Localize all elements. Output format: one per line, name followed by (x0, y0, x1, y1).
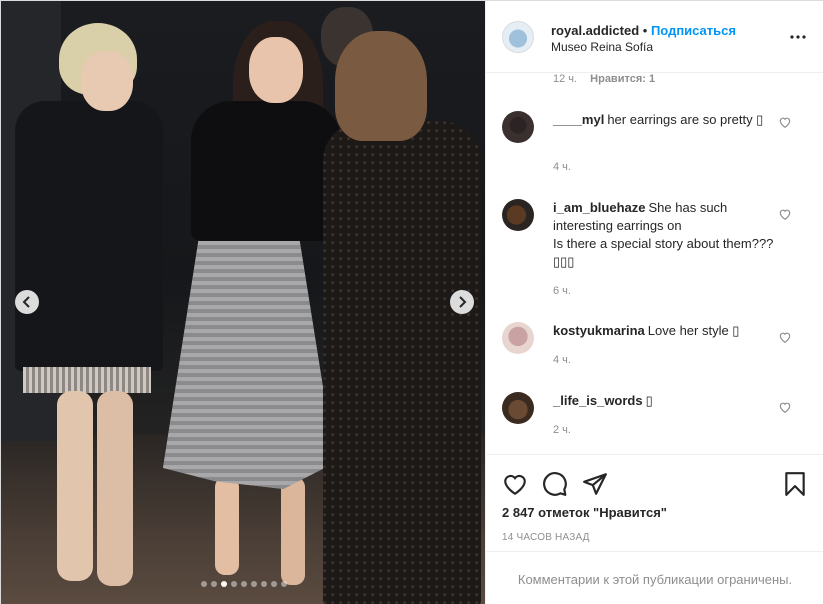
avatar[interactable] (502, 111, 534, 143)
separator: • (642, 23, 648, 38)
carousel-dot (211, 581, 217, 587)
comment-time[interactable]: 4 ч. (553, 161, 571, 173)
side-panel: royal.addicted • Подписаться Museo Reina… (485, 1, 823, 604)
woman-left-leg (57, 391, 93, 581)
woman-right-hair (335, 31, 427, 141)
woman-left-coat (15, 101, 163, 371)
comment-body: kostyukmarina Love her style ▯ (553, 322, 783, 340)
comment-time[interactable]: 4 ч. (553, 354, 571, 366)
carousel-dot (251, 581, 257, 587)
comment-username[interactable]: i_am_bluehaze (553, 200, 646, 215)
chevron-left-icon (22, 296, 30, 308)
more-options-button[interactable] (786, 27, 810, 47)
caption-time: 12 ч. (553, 73, 578, 85)
woman-center-face (249, 37, 303, 103)
carousel-dot (241, 581, 247, 587)
ellipsis-icon (790, 35, 806, 39)
speech-bubble-icon[interactable] (542, 471, 568, 497)
post-header: royal.addicted • Подписаться Museo Reina… (486, 1, 823, 73)
carousel-dot (221, 581, 227, 587)
carousel-dot (271, 581, 277, 587)
follow-button[interactable]: Подписаться (651, 23, 736, 38)
caption-likes-button[interactable]: Нравится: 1 (590, 73, 655, 85)
woman-center-skirt (163, 225, 335, 489)
comment-username[interactable]: ____myl (553, 112, 604, 127)
comment-item: _life_is_words ▯ 2 ч. (502, 392, 802, 446)
woman-center-leg (281, 477, 305, 585)
comment-time[interactable]: 2 ч. (553, 424, 571, 436)
carousel-dot (281, 581, 287, 587)
post-modal: royal.addicted • Подписаться Museo Reina… (0, 0, 823, 604)
comment-text: Love her style ▯ (647, 323, 740, 338)
avatar[interactable] (502, 199, 534, 231)
post-time[interactable]: 14 ЧАСОВ НАЗАД (502, 532, 590, 543)
comment-text-line2: Is there a special story about them???▯▯… (553, 236, 774, 269)
heart-icon[interactable] (778, 207, 792, 221)
carousel-dot (231, 581, 237, 587)
carousel-next-button[interactable] (450, 290, 474, 314)
heart-icon[interactable] (778, 330, 792, 344)
bookmark-icon[interactable] (782, 471, 808, 497)
woman-left-fringe (23, 367, 151, 393)
woman-right-dress (323, 121, 481, 604)
paper-plane-icon[interactable] (582, 471, 608, 497)
likes-count[interactable]: 2 847 отметок "Нравится" (502, 505, 667, 520)
post-username-line: royal.addicted • Подписаться (551, 23, 736, 38)
heart-icon[interactable] (778, 400, 792, 414)
carousel-dots (201, 581, 287, 587)
comment-body: i_am_bluehaze She has such interesting ea… (553, 199, 783, 271)
avatar[interactable] (502, 322, 534, 354)
carousel-prev-button[interactable] (15, 290, 39, 314)
carousel-dot (201, 581, 207, 587)
comment-username[interactable]: _life_is_words (553, 393, 643, 408)
heart-outline-icon[interactable] (502, 471, 528, 497)
post-actions: 2 847 отметок "Нравится" 14 ЧАСОВ НАЗАД … (486, 454, 823, 604)
comment-time[interactable]: 6 ч. (553, 285, 571, 297)
comment-item: kostyukmarina Love her style ▯ 4 ч. (502, 322, 802, 376)
comment-text: her earrings are so pretty ▯ (607, 112, 764, 127)
avatar[interactable] (502, 21, 534, 53)
woman-left-leg (97, 391, 133, 586)
comment-item: i_am_bluehaze She has such interesting ea… (502, 199, 802, 303)
comment-username[interactable]: kostyukmarina (553, 323, 645, 338)
woman-center-leg (215, 477, 239, 575)
woman-center-blouse (191, 101, 341, 241)
woman-left-face (81, 51, 133, 111)
heart-icon[interactable] (778, 115, 792, 129)
chevron-right-icon (459, 296, 467, 308)
carousel-dot (261, 581, 267, 587)
avatar[interactable] (502, 392, 534, 424)
comments-limited-notice: Комментарии к этой публикации ограничены… (486, 551, 823, 604)
comment-body: ____myl her earrings are so pretty ▯ (553, 111, 783, 129)
post-photo[interactable] (1, 1, 485, 604)
username-link[interactable]: royal.addicted (551, 23, 639, 38)
comment-body: _life_is_words ▯ (553, 392, 783, 410)
comment-item: ____myl her earrings are so pretty ▯ 4 ч. (502, 111, 802, 175)
caption-meta: 12 ч. Нравится: 1 (553, 73, 655, 85)
comment-text: ▯ (645, 393, 653, 408)
location-link[interactable]: Museo Reina Sofía (551, 40, 653, 54)
